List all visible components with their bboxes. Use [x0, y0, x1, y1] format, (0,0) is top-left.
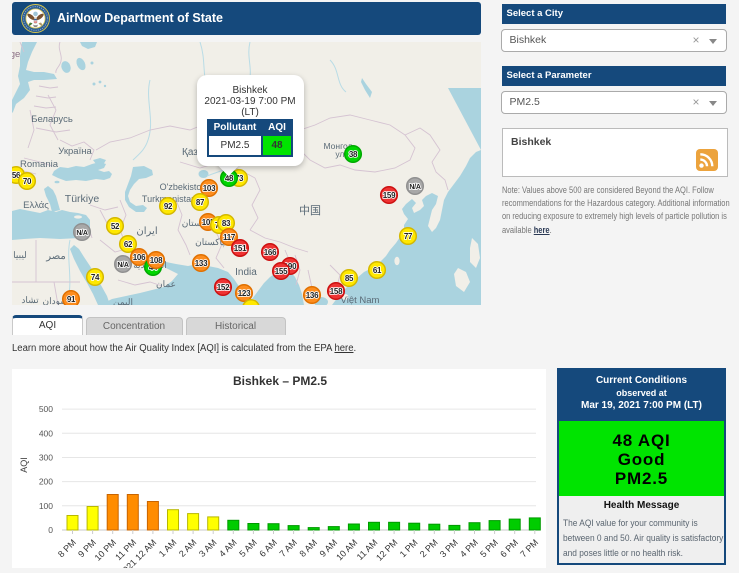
svg-text:52: 52: [111, 222, 120, 231]
svg-text:O'zbekiston: O'zbekiston: [160, 182, 207, 192]
svg-text:77: 77: [404, 232, 413, 241]
svg-text:1 PM: 1 PM: [398, 537, 420, 559]
svg-text:Romania: Romania: [20, 159, 59, 170]
svg-text:2 PM: 2 PM: [418, 537, 440, 559]
svg-text:117: 117: [223, 233, 236, 242]
svg-text:155: 155: [275, 267, 288, 276]
svg-text:8 AM: 8 AM: [298, 537, 320, 559]
svg-text:AQI: AQI: [19, 457, 29, 473]
svg-text:0: 0: [48, 525, 53, 535]
svg-text:10 PM: 10 PM: [93, 537, 118, 562]
svg-text:158: 158: [330, 287, 343, 296]
svg-text:166: 166: [264, 248, 277, 257]
svg-text:48: 48: [225, 174, 234, 183]
svg-text:ليبيا: ليبيا: [13, 250, 27, 260]
svg-text:83: 83: [222, 219, 231, 228]
svg-text:152: 152: [217, 283, 230, 292]
svg-text:N/A: N/A: [76, 230, 87, 237]
svg-text:103: 103: [203, 184, 216, 193]
svg-text:12 PM: 12 PM: [374, 537, 399, 562]
svg-text:اليمن: اليمن: [113, 297, 133, 305]
svg-text:85: 85: [345, 274, 354, 283]
svg-text:200: 200: [39, 477, 53, 487]
svg-text:N/A: N/A: [409, 184, 420, 191]
svg-text:1 AM: 1 AM: [157, 537, 179, 559]
svg-text:87: 87: [196, 198, 205, 207]
svg-text:92: 92: [164, 202, 173, 211]
svg-text:400: 400: [39, 428, 53, 438]
svg-text:2 AM: 2 AM: [177, 537, 199, 559]
svg-text:مصر: مصر: [45, 251, 66, 262]
svg-text:تشاد: تشاد: [21, 295, 39, 305]
svg-text:91: 91: [67, 295, 76, 304]
svg-text:ایران: ایران: [136, 226, 157, 237]
svg-text:108: 108: [150, 256, 163, 265]
svg-text:Türkiye: Türkiye: [65, 193, 100, 205]
svg-text:Bishkek – PM2.5: Bishkek – PM2.5: [233, 374, 327, 388]
svg-text:100: 100: [39, 501, 53, 511]
svg-text:عمان: عمان: [156, 279, 176, 289]
svg-text:62: 62: [124, 240, 133, 249]
svg-text:500: 500: [39, 404, 53, 414]
svg-text:ge: ge: [12, 49, 20, 60]
svg-text:106: 106: [133, 253, 146, 262]
svg-text:6 PM: 6 PM: [498, 537, 520, 559]
svg-text:10 AM: 10 AM: [334, 537, 359, 562]
svg-text:123: 123: [238, 289, 251, 298]
svg-text:中国: 中国: [299, 204, 321, 217]
svg-text:7 PM: 7 PM: [518, 537, 540, 559]
svg-text:India: India: [235, 267, 257, 278]
svg-text:151: 151: [234, 244, 247, 253]
svg-text:7 AM: 7 AM: [277, 537, 299, 559]
svg-text:N/A: N/A: [117, 262, 128, 269]
svg-text:Беларусь: Беларусь: [31, 114, 73, 125]
svg-text:3 PM: 3 PM: [438, 537, 460, 559]
svg-text:8 PM: 8 PM: [56, 537, 78, 559]
svg-text:136: 136: [306, 291, 319, 300]
svg-text:Việt Nam: Việt Nam: [341, 295, 380, 305]
svg-text:3 AM: 3 AM: [197, 537, 219, 559]
svg-text:Україна: Україна: [58, 146, 92, 157]
svg-text:300: 300: [39, 453, 53, 463]
svg-text:6 AM: 6 AM: [257, 537, 279, 559]
svg-text:133: 133: [195, 259, 208, 268]
svg-text:5 PM: 5 PM: [478, 537, 500, 559]
svg-text:61: 61: [373, 266, 382, 275]
svg-text:4 AM: 4 AM: [217, 537, 239, 559]
svg-text:70: 70: [23, 177, 32, 186]
svg-text:4 PM: 4 PM: [458, 537, 480, 559]
svg-text:Ελλάς: Ελλάς: [23, 200, 49, 211]
svg-text:74: 74: [91, 273, 100, 282]
svg-text:5 AM: 5 AM: [237, 537, 259, 559]
svg-text:159: 159: [383, 191, 396, 200]
svg-text:38: 38: [349, 150, 358, 159]
